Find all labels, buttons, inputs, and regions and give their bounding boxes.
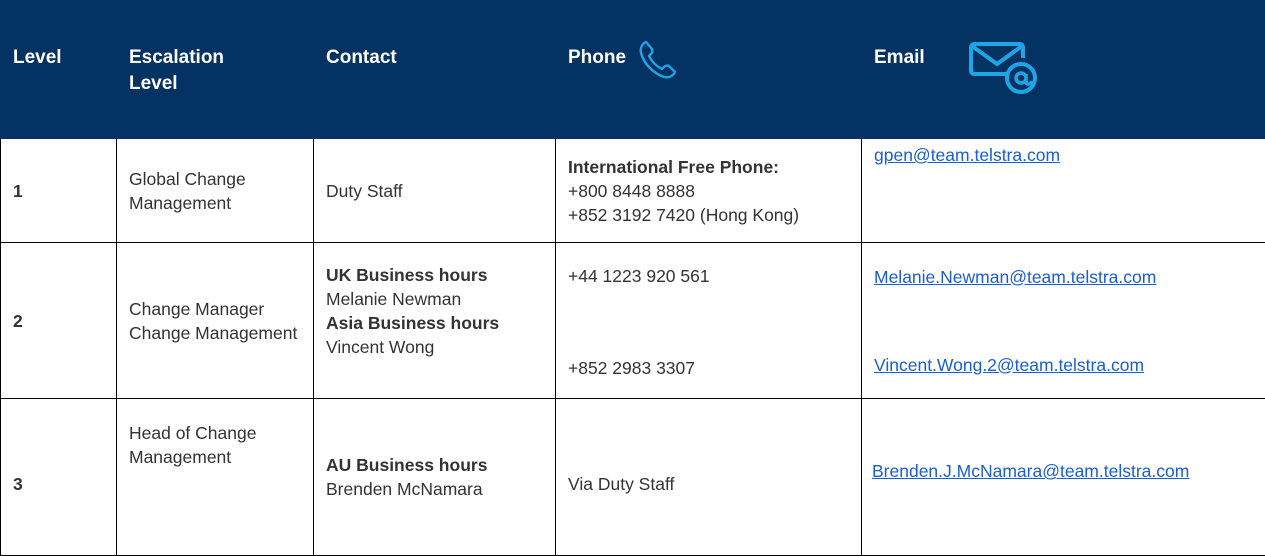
phone-number: +800 8448 8888 [568, 179, 861, 203]
phone-cell: International Free Phone: +800 8448 8888… [556, 139, 862, 243]
header-email-group: Email [874, 38, 1265, 98]
header-email: Email [862, 1, 1265, 139]
phone-number: +44 1223 920 561 [568, 262, 861, 288]
contact-name: Melanie Newman [326, 287, 555, 311]
header-phone-label: Phone [568, 38, 626, 71]
email-link[interactable]: Vincent.Wong.2@team.telstra.com [874, 353, 1265, 377]
header-escalation-label: Escalation Level [129, 45, 269, 97]
contact-cell: Duty Staff [314, 139, 556, 243]
phone-icon [636, 38, 680, 82]
contact-hours-heading: Asia Business hours [326, 311, 555, 335]
contact-hours-heading: UK Business hours [326, 263, 555, 287]
escalation-table: Level Escalation Level Contact Phone Ema… [0, 0, 1265, 556]
header-contact: Contact [314, 1, 556, 139]
escalation-table-container: Level Escalation Level Contact Phone Ema… [0, 0, 1265, 555]
phone-heading: International Free Phone: [568, 155, 861, 179]
header-email-label: Email [874, 38, 925, 71]
table-row: 2 Change Manager Change Management UK Bu… [1, 243, 1265, 399]
header-level-label: Level [13, 47, 62, 68]
email-stack: Melanie.Newman@team.telstra.com Vincent.… [874, 265, 1265, 377]
header-level: Level [1, 1, 117, 139]
email-link[interactable]: Brenden.J.McNamara@team.telstra.com [872, 459, 1265, 483]
contact-name: Brenden McNamara [326, 477, 555, 501]
table-row: 1 Global Change Management Duty Staff In… [1, 139, 1265, 243]
table-row: 3 Head of Change Management AU Business … [1, 399, 1265, 556]
contact-cell: UK Business hours Melanie Newman Asia Bu… [314, 243, 556, 399]
email-cell: Brenden.J.McNamara@team.telstra.com [862, 399, 1265, 556]
email-cell: gpen@team.telstra.com [862, 139, 1265, 243]
header-contact-label: Contact [326, 47, 397, 68]
header-escalation-level: Escalation Level [117, 1, 314, 139]
table-header-row: Level Escalation Level Contact Phone Ema… [1, 1, 1265, 139]
level-cell: 1 [1, 139, 117, 243]
email-link[interactable]: gpen@team.telstra.com [874, 143, 1265, 167]
header-phone-group: Phone [568, 38, 861, 82]
level-cell: 2 [1, 243, 117, 399]
email-link[interactable]: Melanie.Newman@team.telstra.com [874, 265, 1265, 289]
contact-name: Vincent Wong [326, 335, 555, 359]
contact-cell: AU Business hours Brenden McNamara [314, 399, 556, 556]
email-cell: Melanie.Newman@team.telstra.com Vincent.… [862, 243, 1265, 399]
contact-hours-heading: AU Business hours [326, 453, 555, 477]
escalation-cell: Head of Change Management [117, 399, 314, 556]
level-cell: 3 [1, 399, 117, 556]
escalation-cell: Global Change Management [117, 139, 314, 243]
phone-stack: +44 1223 920 561 +852 2983 3307 [568, 262, 861, 380]
phone-cell: +44 1223 920 561 +852 2983 3307 [556, 243, 862, 399]
phone-number: +852 3192 7420 (Hong Kong) [568, 203, 808, 227]
phone-number: +852 2983 3307 [568, 356, 861, 380]
email-at-icon [967, 38, 1039, 98]
escalation-cell: Change Manager Change Management [117, 243, 314, 399]
header-phone: Phone [556, 1, 862, 139]
phone-cell: Via Duty Staff [556, 399, 862, 556]
